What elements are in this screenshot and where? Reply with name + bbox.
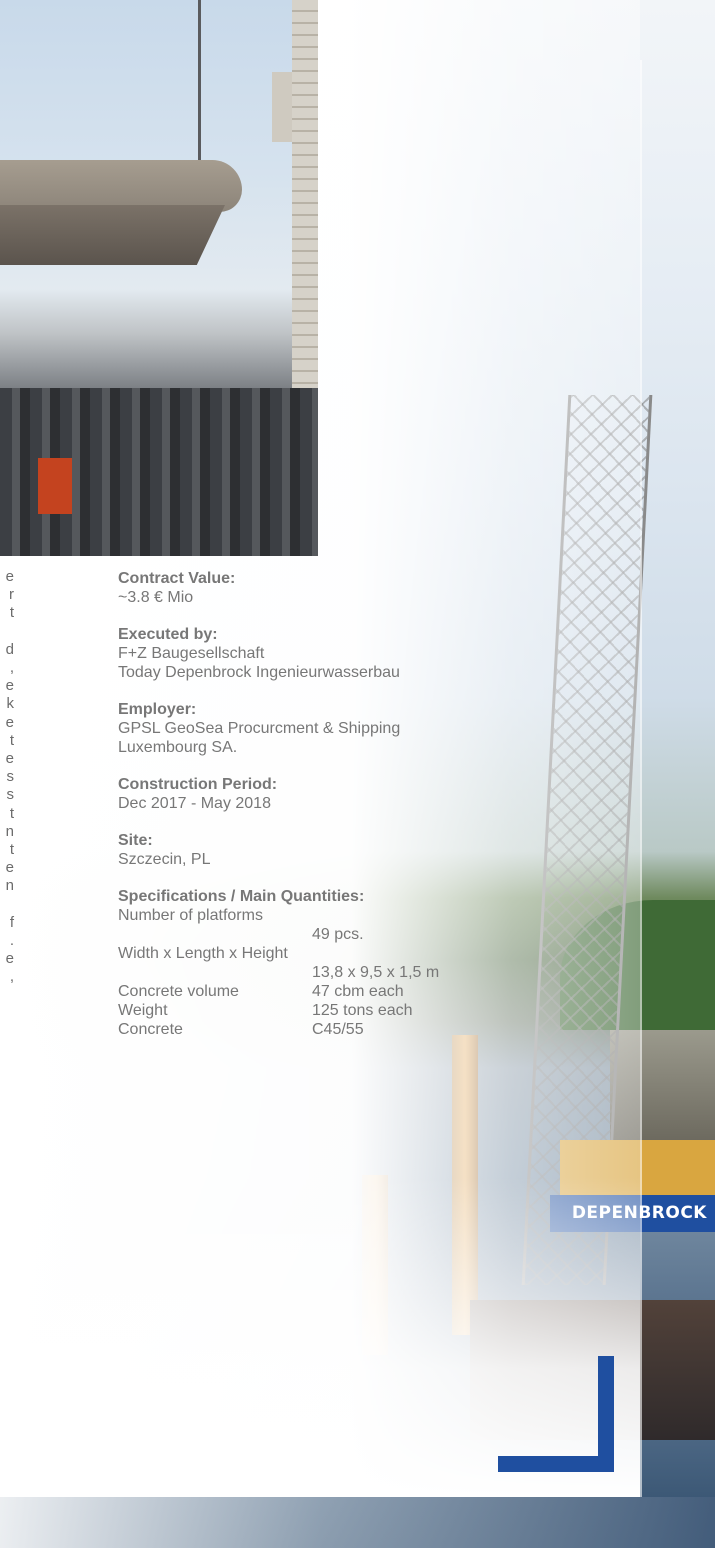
crane-cable (198, 0, 201, 160)
concrete-platform (0, 160, 242, 212)
paragraph-fragment: e (5, 859, 14, 877)
panel-edge (640, 60, 642, 1497)
specifications-section: Specifications / Main Quantities: Number… (118, 887, 578, 1039)
employer-line: Luxembourg SA. (118, 739, 238, 756)
executed-by-line: F+Z Baugesellschaft (118, 645, 265, 662)
paragraph-fragment: e (5, 677, 14, 695)
paragraph-fragment: t (9, 804, 14, 822)
concrete-row: Concrete C45/55 (118, 1020, 578, 1039)
paragraph-fragment: r (9, 586, 14, 604)
paragraph-fragment: t (9, 731, 14, 749)
paragraph-fragment: , (9, 659, 14, 676)
project-info: Contract Value: ~3.8 € Mio Executed by: … (118, 569, 578, 1057)
contract-value-label: Contract Value: (118, 570, 236, 587)
contract-value: ~3.8 € Mio (118, 589, 194, 606)
red-container (38, 458, 72, 514)
concrete-value: C45/55 (312, 1021, 364, 1038)
number-of-platforms-label: Number of platforms (118, 907, 263, 924)
weight-label: Weight (118, 1002, 168, 1019)
employer-section: Employer: GPSL GeoSea Procurcment & Ship… (118, 700, 578, 757)
paragraph-fragment: d (5, 640, 14, 658)
corner-bracket-vertical (598, 1356, 614, 1472)
concrete-platform-underside (0, 205, 225, 265)
bottom-strip (0, 1497, 715, 1548)
weight-value: 125 tons each (312, 1002, 413, 1019)
paragraph-fragment: e (5, 750, 14, 767)
paragraph-fragment: , (9, 968, 14, 986)
dimensions-value: 13,8 x 9,5 x 1,5 m (312, 964, 440, 981)
construction-period-label: Construction Period: (118, 776, 278, 793)
corner-bracket-logo (498, 1356, 614, 1472)
paragraph-fragment: n (5, 822, 14, 840)
employer-line: GPSL GeoSea Procurcment & Shipping (118, 720, 401, 737)
dimensions-label: Width x Length x Height (118, 945, 288, 962)
executed-by-section: Executed by: F+Z Baugesellschaft Today D… (118, 625, 578, 682)
paragraph-fragment: e (5, 950, 14, 968)
site-section: Site: Szczecin, PL (118, 831, 578, 869)
contract-value-section: Contract Value: ~3.8 € Mio (118, 569, 578, 607)
weight-row: Weight 125 tons each (118, 1001, 578, 1020)
specifications-label: Specifications / Main Quantities: (118, 888, 365, 905)
executed-by-line: Today Depenbrock Ingenieurwasserbau (118, 664, 400, 681)
concrete-volume-label: Concrete volume (118, 983, 239, 1000)
concrete-label: Concrete (118, 1021, 183, 1038)
employer-label: Employer: (118, 701, 197, 718)
concrete-volume-row: Concrete volume 47 cbm each (118, 982, 578, 1001)
site-label: Site: (118, 832, 153, 849)
paragraph-fragment: . (9, 932, 14, 949)
paragraph-fragment: s (6, 768, 15, 786)
site: Szczecin, PL (118, 851, 211, 868)
construction-period: Dec 2017 - May 2018 (118, 795, 271, 812)
paragraph-fragment: t (9, 604, 14, 622)
paragraph-fragment: n (5, 877, 14, 895)
paragraph-fragment: f (9, 913, 14, 931)
paragraph-fragment: e (5, 568, 14, 585)
paragraph-fragment: s (6, 786, 15, 804)
concrete-platform-photo (0, 0, 318, 556)
paragraph-fragment: k (6, 695, 15, 713)
executed-by-label: Executed by: (118, 626, 218, 643)
number-of-platforms-value: 49 pcs. (312, 926, 364, 943)
construction-period-section: Construction Period: Dec 2017 - May 2018 (118, 775, 578, 813)
paragraph-fragment: e (5, 713, 14, 731)
concrete-volume-value: 47 cbm each (312, 983, 404, 1000)
corner-bracket-horizontal (498, 1456, 614, 1472)
paragraph-fragment: t (9, 841, 14, 858)
